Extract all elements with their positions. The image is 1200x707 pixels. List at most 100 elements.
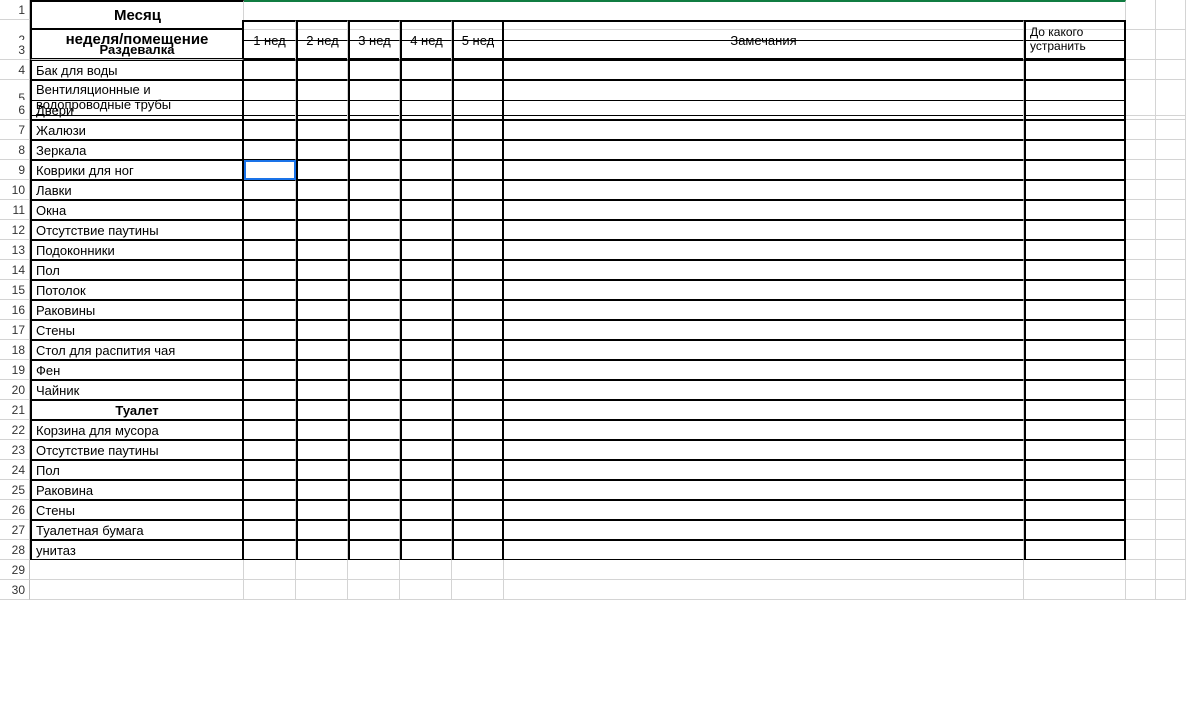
grid-cell[interactable]: [348, 580, 400, 600]
grid-cell[interactable]: [504, 120, 1024, 140]
grid-cell[interactable]: [1156, 60, 1186, 80]
row-header[interactable]: 19: [0, 360, 30, 380]
grid-cell[interactable]: [1156, 340, 1186, 360]
grid-cell[interactable]: [1126, 380, 1156, 400]
grid-cell[interactable]: [1024, 400, 1126, 420]
grid-cell[interactable]: [348, 340, 400, 360]
item-cell[interactable]: Окна: [30, 200, 244, 220]
grid-cell[interactable]: [244, 580, 296, 600]
grid-cell[interactable]: [1126, 320, 1156, 340]
grid-cell[interactable]: [1024, 580, 1126, 600]
grid-cell[interactable]: [1126, 540, 1156, 560]
row-header[interactable]: 12: [0, 220, 30, 240]
grid-cell[interactable]: [1156, 320, 1186, 340]
grid-cell[interactable]: [348, 260, 400, 280]
row-header[interactable]: 16: [0, 300, 30, 320]
grid-cell[interactable]: [296, 520, 348, 540]
grid-cell[interactable]: [1156, 40, 1186, 60]
grid-cell[interactable]: [244, 140, 296, 160]
grid-cell[interactable]: [504, 460, 1024, 480]
grid-cell[interactable]: [1156, 560, 1186, 580]
grid-cell[interactable]: [452, 540, 504, 560]
grid-cell[interactable]: [296, 300, 348, 320]
grid-cell[interactable]: [1024, 200, 1126, 220]
grid-cell[interactable]: [348, 480, 400, 500]
selected-cell[interactable]: [244, 160, 296, 180]
grid-cell[interactable]: [244, 340, 296, 360]
grid-cell[interactable]: [348, 500, 400, 520]
grid-cell[interactable]: [1024, 140, 1126, 160]
row-header[interactable]: 3: [0, 40, 30, 60]
grid-cell[interactable]: [504, 540, 1024, 560]
grid-cell[interactable]: [1156, 120, 1186, 140]
row-header[interactable]: 14: [0, 260, 30, 280]
grid-cell[interactable]: [244, 300, 296, 320]
grid-cell[interactable]: [504, 360, 1024, 380]
grid-cell[interactable]: [1024, 180, 1126, 200]
grid-cell[interactable]: [1156, 300, 1186, 320]
row-header[interactable]: 24: [0, 460, 30, 480]
grid-cell[interactable]: [400, 540, 452, 560]
grid-cell[interactable]: [1024, 540, 1126, 560]
item-cell[interactable]: Подоконники: [30, 240, 244, 260]
grid-cell[interactable]: [1024, 280, 1126, 300]
item-cell[interactable]: Пол: [30, 460, 244, 480]
grid-cell[interactable]: [400, 60, 452, 80]
grid-cell[interactable]: [348, 460, 400, 480]
item-cell[interactable]: Зеркала: [30, 140, 244, 160]
row-header[interactable]: 9: [0, 160, 30, 180]
grid-cell[interactable]: [400, 160, 452, 180]
grid-cell[interactable]: [1024, 440, 1126, 460]
grid-cell[interactable]: [400, 240, 452, 260]
grid-cell[interactable]: [348, 220, 400, 240]
grid-cell[interactable]: [504, 260, 1024, 280]
grid-cell[interactable]: [504, 580, 1024, 600]
grid-cell[interactable]: [1126, 460, 1156, 480]
grid-cell[interactable]: [452, 140, 504, 160]
grid-cell[interactable]: [296, 180, 348, 200]
grid-cell[interactable]: [1156, 160, 1186, 180]
grid-cell[interactable]: [30, 580, 244, 600]
grid-cell[interactable]: [400, 520, 452, 540]
grid-cell[interactable]: [348, 60, 400, 80]
grid-cell[interactable]: [452, 40, 504, 60]
grid-cell[interactable]: [452, 340, 504, 360]
grid-cell[interactable]: [348, 420, 400, 440]
grid-cell[interactable]: [1024, 60, 1126, 80]
grid-cell[interactable]: [244, 280, 296, 300]
grid-cell[interactable]: [400, 360, 452, 380]
grid-cell[interactable]: [1156, 520, 1186, 540]
grid-cell[interactable]: [1126, 160, 1156, 180]
grid-cell[interactable]: [504, 200, 1024, 220]
grid-cell[interactable]: [452, 360, 504, 380]
grid-cell[interactable]: [452, 300, 504, 320]
grid-cell[interactable]: [296, 440, 348, 460]
grid-cell[interactable]: [348, 140, 400, 160]
grid-cell[interactable]: [244, 200, 296, 220]
row-header[interactable]: 7: [0, 120, 30, 140]
item-cell[interactable]: Стол для распития чая: [30, 340, 244, 360]
grid-cell[interactable]: [452, 180, 504, 200]
grid-cell[interactable]: [400, 440, 452, 460]
row-header[interactable]: 1: [0, 0, 30, 20]
grid-cell[interactable]: [1126, 440, 1156, 460]
grid-cell[interactable]: [504, 320, 1024, 340]
grid-cell[interactable]: [1126, 280, 1156, 300]
grid-cell[interactable]: [348, 540, 400, 560]
grid-cell[interactable]: [400, 280, 452, 300]
grid-cell[interactable]: [1126, 180, 1156, 200]
grid-cell[interactable]: [1126, 260, 1156, 280]
item-cell[interactable]: унитаз: [30, 540, 244, 560]
grid-cell[interactable]: [504, 480, 1024, 500]
grid-cell[interactable]: [244, 560, 296, 580]
grid-cell[interactable]: [348, 160, 400, 180]
item-cell[interactable]: Стены: [30, 500, 244, 520]
grid-cell[interactable]: [296, 120, 348, 140]
row-header[interactable]: 4: [0, 60, 30, 80]
grid-cell[interactable]: [348, 320, 400, 340]
grid-cell[interactable]: [504, 520, 1024, 540]
grid-cell[interactable]: [348, 120, 400, 140]
grid-cell[interactable]: [296, 40, 348, 60]
row-header[interactable]: 18: [0, 340, 30, 360]
grid-cell[interactable]: [1024, 360, 1126, 380]
